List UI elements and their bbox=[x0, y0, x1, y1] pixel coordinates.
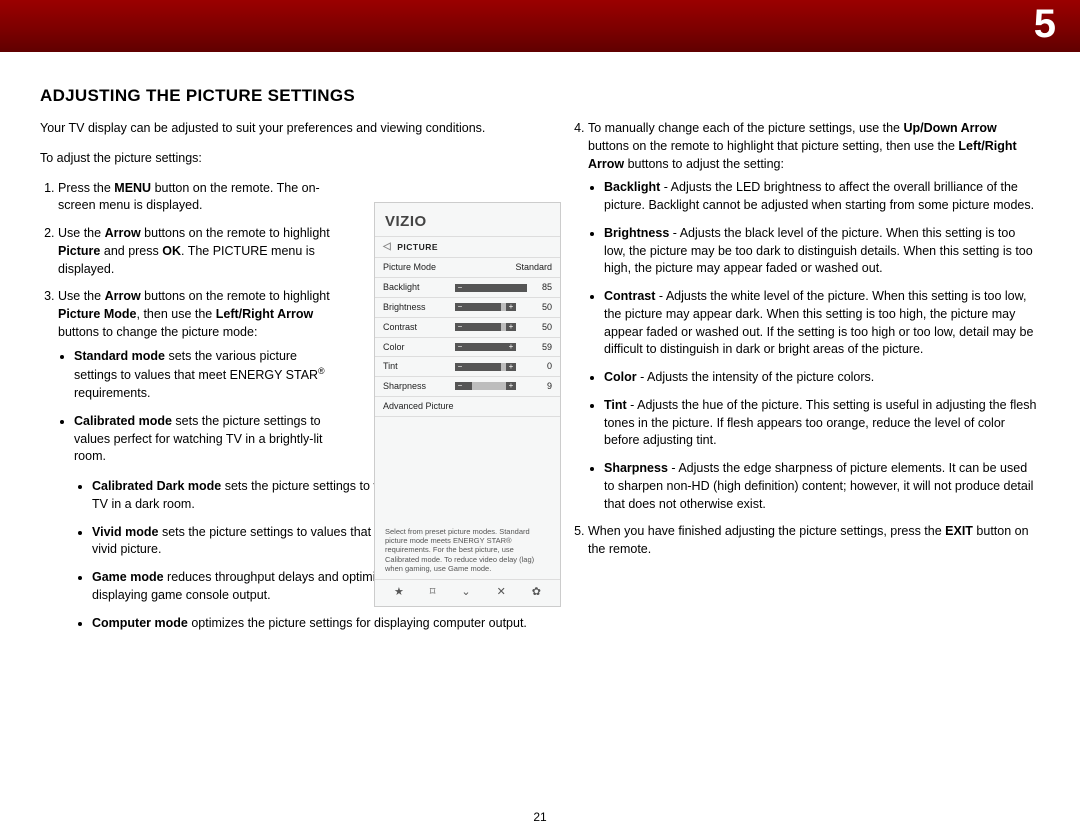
osd-row-brightness: Brightness−+50 bbox=[375, 298, 560, 318]
close-icon: ✕ bbox=[497, 585, 506, 601]
chapter-bar: 5 bbox=[0, 0, 1080, 52]
osd-mock: VIZIO ◁ PICTURE Picture ModeStandard Bac… bbox=[374, 202, 561, 607]
lead-text: To adjust the picture settings: bbox=[40, 150, 530, 168]
osd-row-sharpness: Sharpness−+9 bbox=[375, 377, 560, 397]
step-5: When you have finished adjusting the pic… bbox=[588, 523, 1040, 559]
right-column: To manually change each of the picture s… bbox=[570, 120, 1040, 642]
back-arrow-icon: ◁ bbox=[383, 240, 391, 254]
osd-table: Picture ModeStandard Backlight−+85 Brigh… bbox=[375, 258, 560, 416]
setting-color: Color - Adjusts the intensity of the pic… bbox=[604, 369, 1040, 387]
page-body: ADJUSTING THE PICTURE SETTINGS Your TV d… bbox=[0, 52, 1080, 642]
mode-calibrated: Calibrated mode sets the picture setting… bbox=[74, 413, 330, 466]
osd-row-color: Color−+59 bbox=[375, 337, 560, 357]
setting-brightness: Brightness - Adjusts the black level of … bbox=[604, 225, 1040, 278]
osd-brand: VIZIO bbox=[375, 203, 560, 236]
settings-list: Backlight - Adjusts the LED brightness t… bbox=[604, 179, 1040, 513]
osd-row-picture-mode: Picture ModeStandard bbox=[375, 258, 560, 277]
osd-iconbar: ★ ⌑ ⌄ ✕ ✿ bbox=[375, 579, 560, 606]
osd-row-tint: Tint−+0 bbox=[375, 357, 560, 377]
osd-title: PICTURE bbox=[397, 241, 438, 253]
osd-note: Select from preset picture modes. Standa… bbox=[375, 517, 560, 580]
setting-backlight: Backlight - Adjusts the LED brightness t… bbox=[604, 179, 1040, 215]
setting-sharpness: Sharpness - Adjusts the edge sharpness o… bbox=[604, 460, 1040, 513]
chevron-down-icon: ⌄ bbox=[461, 585, 470, 601]
setting-contrast: Contrast - Adjusts the white level of th… bbox=[604, 288, 1040, 359]
section-heading: ADJUSTING THE PICTURE SETTINGS bbox=[40, 86, 1040, 106]
step-4: To manually change each of the picture s… bbox=[588, 120, 1040, 513]
steps-list-right: To manually change each of the picture s… bbox=[588, 120, 1040, 559]
star-icon: ★ bbox=[394, 585, 404, 601]
setting-tint: Tint - Adjusts the hue of the picture. T… bbox=[604, 397, 1040, 450]
gear-icon: ✿ bbox=[532, 585, 541, 601]
left-column: Your TV display can be adjusted to suit … bbox=[40, 120, 530, 642]
osd-row-backlight: Backlight−+85 bbox=[375, 278, 560, 298]
rect-icon: ⌑ bbox=[430, 585, 436, 601]
osd-titlebar: ◁ PICTURE bbox=[375, 236, 560, 258]
slider: −+ bbox=[455, 284, 516, 292]
chapter-number: 5 bbox=[1034, 2, 1056, 47]
intro-text: Your TV display can be adjusted to suit … bbox=[40, 120, 530, 138]
osd-row-contrast: Contrast−+50 bbox=[375, 317, 560, 337]
modes-list: Standard mode sets the various picture s… bbox=[74, 348, 330, 467]
mode-computer: Computer mode optimizes the picture sett… bbox=[92, 615, 530, 633]
page-number: 21 bbox=[0, 810, 1080, 824]
osd-row-advanced: Advanced Picture bbox=[375, 396, 560, 416]
mode-standard: Standard mode sets the various picture s… bbox=[74, 348, 330, 403]
